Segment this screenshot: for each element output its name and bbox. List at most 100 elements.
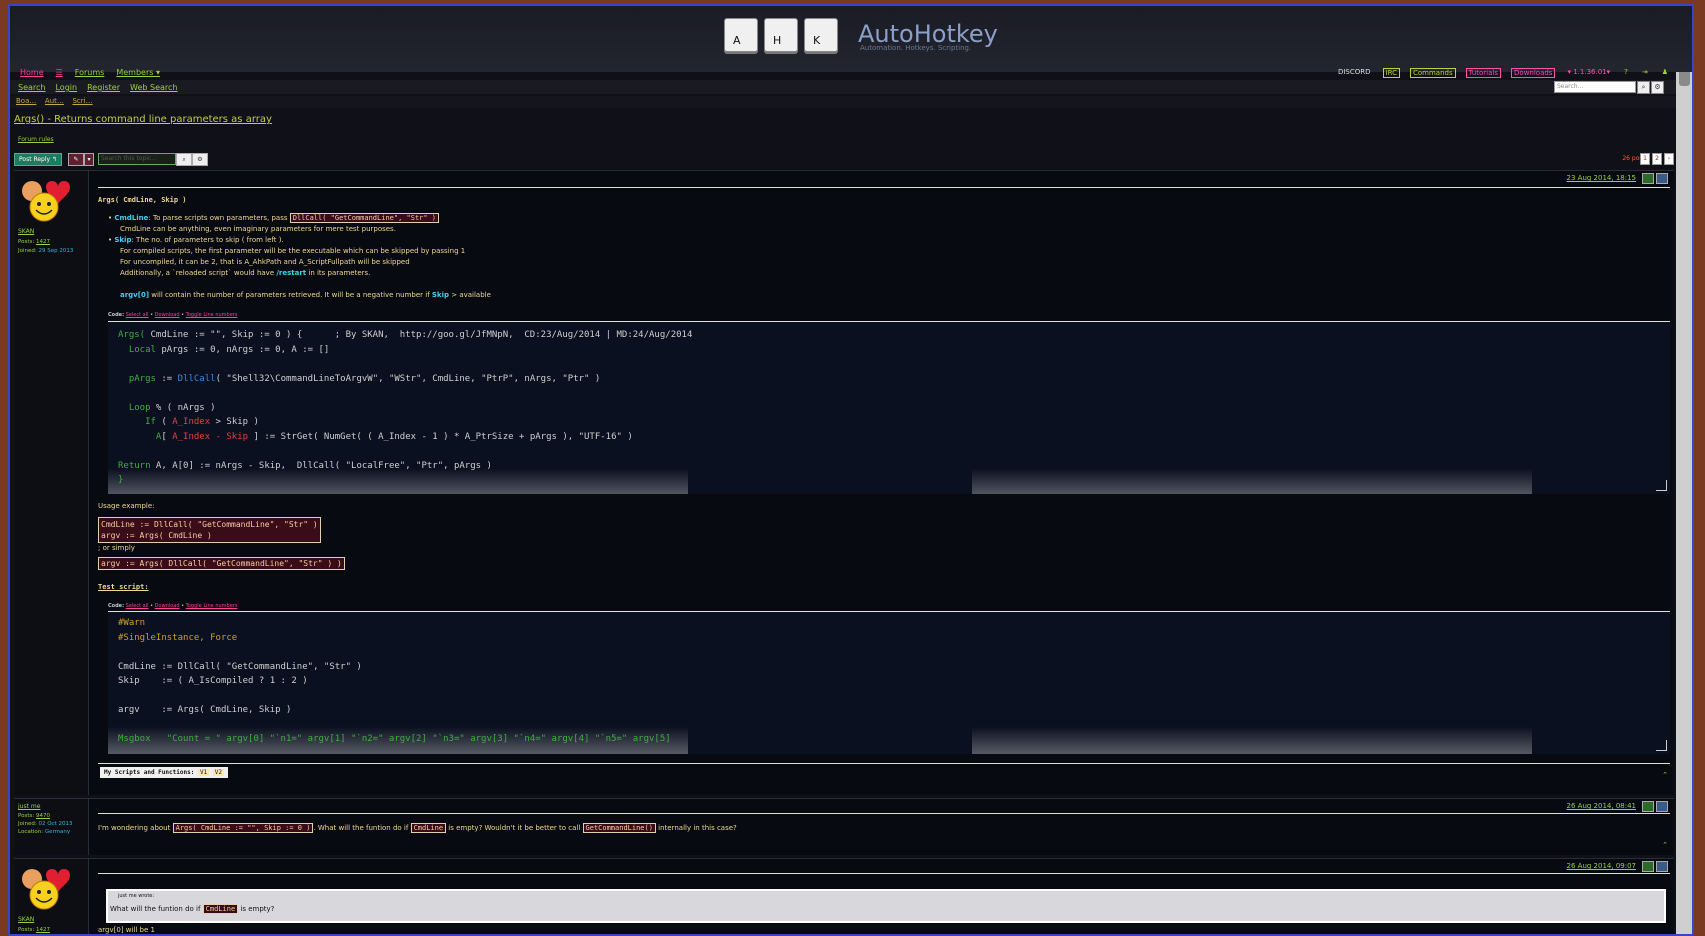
signature-v2-link[interactable]: V2 (212, 769, 225, 776)
param-name: CmdLine (114, 214, 149, 222)
main-nav: Home ☰ Forums Members ▾ DISCORD IRC Comm… (10, 64, 1676, 78)
report-icon[interactable] (1642, 801, 1654, 812)
forum-rules-link[interactable]: Forum rules (18, 136, 54, 143)
bullet-line: Additionally, a `reloaded script` would … (120, 268, 370, 279)
code-header: Code: Select all • Download • Toggle Lin… (108, 312, 238, 318)
text-part: internally in this case? (655, 824, 737, 832)
select-all-link[interactable]: Select all (126, 312, 149, 318)
wrench-icon[interactable]: ✎ (68, 153, 84, 166)
nav-discord[interactable]: DISCORD (1336, 68, 1373, 78)
back-to-top-icon[interactable]: ⌃ (1662, 841, 1668, 849)
toggle-lines-link[interactable]: Toggle Line numbers (186, 312, 238, 318)
post-body: 23 Aug 2014, 18:15 Args( CmdLine, Skip )… (98, 171, 1670, 795)
gear-icon[interactable]: ⚙ (192, 153, 208, 166)
resize-handle[interactable] (1656, 740, 1667, 751)
nav-downloads[interactable]: Downloads (1511, 68, 1556, 78)
signature: My Scripts and Functions: V1 V2 (100, 767, 229, 778)
nav-members[interactable]: Members ▾ (116, 68, 160, 77)
nav-forums[interactable]: Forums (75, 68, 105, 77)
site-search-input[interactable]: Search… (1554, 81, 1636, 93)
joined-date: 02 Oct 2013 (38, 821, 73, 827)
bullet-skip: • Skip: The no. of parameters to skip ( … (108, 236, 284, 244)
code-label: Code: (108, 603, 125, 609)
download-link[interactable]: Download (155, 603, 180, 609)
login-link[interactable]: Login (55, 83, 77, 92)
toggle-lines-link[interactable]: Toggle Line numbers (186, 603, 238, 609)
divider (98, 763, 1670, 764)
menu-icon[interactable]: ☰ (56, 68, 63, 77)
select-all-link[interactable]: Select all (126, 603, 149, 609)
joined-label: Joined: (18, 821, 37, 827)
login-icon[interactable]: ⇥ (1640, 68, 1650, 78)
report-icon[interactable] (1642, 173, 1654, 184)
quote-box: just me wrote: What will the funtion do … (106, 889, 1666, 923)
topic-search-input[interactable]: Search this topic… (98, 153, 176, 165)
breadcrumb-board[interactable]: Boa… (16, 97, 36, 105)
shade (972, 720, 1532, 754)
report-icon[interactable] (1642, 861, 1654, 872)
post-profile: SKAN Posts: 1427 Joined: 29 Sep 2013 (14, 171, 89, 795)
search-icon[interactable]: ⌕ (176, 153, 192, 166)
register-icon[interactable]: ♟ (1660, 68, 1670, 78)
post-author[interactable]: just me (18, 803, 40, 810)
download-link[interactable]: Download (155, 312, 180, 318)
secondary-nav: Search Login Register Web Search Search…… (10, 80, 1676, 94)
bullet-cmdline: • CmdLine: To parse scripts own paramete… (108, 213, 440, 224)
page-2[interactable]: 2 (1652, 153, 1662, 165)
post-date[interactable]: 23 Aug 2014, 18:15 (1567, 174, 1636, 182)
function-signature: Args( CmdLine, Skip ) (98, 196, 187, 204)
post-date[interactable]: 26 Aug 2014, 09:07 (1567, 862, 1636, 870)
nav-irc[interactable]: IRC (1382, 68, 1400, 78)
page-1[interactable]: 1 (1640, 153, 1650, 165)
post-author[interactable]: SKAN (18, 916, 34, 923)
argv-text: will contain the number of parameters re… (149, 291, 432, 299)
code-block[interactable]: Args( CmdLine := "", Skip := 0 ) { ; By … (108, 321, 1670, 494)
test-code-block[interactable]: #Warn #SingleInstance, Force CmdLine := Dl… (108, 611, 1670, 754)
divider (98, 873, 1670, 874)
signature-v1-link[interactable]: V1 (197, 769, 210, 776)
code-line: pArgs := DllCall( "Shell32\CommandLineTo… (118, 373, 601, 384)
site-header: A H K AutoHotkey Automation. Hotkeys. Sc… (10, 6, 1692, 72)
register-link[interactable]: Register (87, 83, 120, 92)
text-part: is empty? (238, 905, 275, 913)
back-to-top-icon[interactable]: ⌃ (1662, 771, 1668, 779)
nav-tutorials[interactable]: Tutorials (1465, 68, 1502, 78)
gear-icon[interactable]: ⚙ (1651, 81, 1664, 94)
page-next[interactable]: › (1664, 153, 1674, 165)
posts-count[interactable]: 9470 (36, 813, 50, 819)
quote-icon[interactable] (1656, 801, 1668, 812)
text-part: What will the funtion do if (110, 905, 203, 913)
breadcrumb-scripts[interactable]: Scri… (72, 97, 92, 105)
avatar[interactable] (18, 177, 72, 227)
search-link[interactable]: Search (18, 83, 45, 92)
inline-code: GetCommandLine() (582, 823, 656, 833)
posts-count[interactable]: 1427 (36, 239, 50, 245)
post-author[interactable]: SKAN (18, 228, 34, 235)
quote-icon[interactable] (1656, 173, 1668, 184)
posts-label: Posts: (18, 927, 35, 933)
code-label: Code: (108, 312, 125, 318)
post-body: 26 Aug 2014, 08:41 I'm wondering about A… (98, 799, 1670, 855)
posts-label: Posts: (18, 239, 35, 245)
breadcrumb-autohotkey[interactable]: Aut… (45, 97, 64, 105)
chevron-down-icon[interactable]: ▾ (84, 153, 94, 166)
site-tagline: Automation. Hotkeys. Scripting. (860, 44, 972, 52)
help-icon[interactable]: ? (1622, 68, 1630, 78)
page-title[interactable]: Args() - Returns command line parameters… (14, 114, 272, 125)
vertical-scrollbar[interactable] (1676, 6, 1692, 934)
param-name: Skip (114, 236, 132, 244)
web-search-link[interactable]: Web Search (130, 83, 177, 92)
nav-version[interactable]: ▾ 1.1.36.01▾ (1565, 68, 1612, 78)
post-reply-button[interactable]: Post Reply ↰ (14, 153, 63, 166)
usage-line: CmdLine := DllCall( "GetCommandLine", "S… (101, 520, 318, 529)
code-line: CmdLine := DllCall( "GetCommandLine", "S… (118, 661, 362, 672)
search-icon[interactable]: ⌕ (1637, 81, 1650, 94)
avatar[interactable] (18, 865, 72, 915)
post-date[interactable]: 26 Aug 2014, 08:41 (1567, 802, 1636, 810)
resize-handle[interactable] (1656, 480, 1667, 491)
text-part: . What will the funtion do if (313, 824, 411, 832)
nav-commands[interactable]: Commands (1410, 68, 1456, 78)
posts-count[interactable]: 1427 (36, 927, 50, 933)
quote-icon[interactable] (1656, 861, 1668, 872)
nav-home[interactable]: Home (20, 68, 44, 77)
